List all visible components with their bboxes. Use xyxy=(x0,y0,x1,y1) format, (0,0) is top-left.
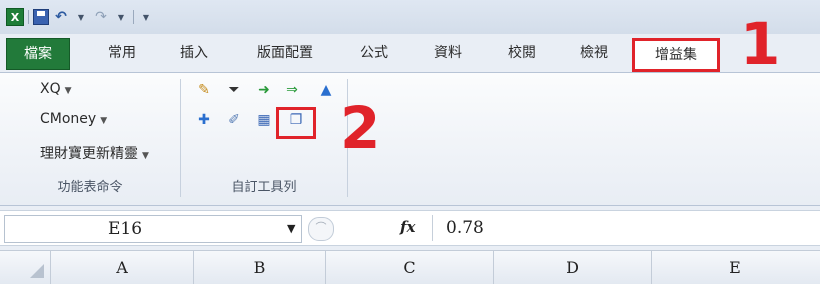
tab-view[interactable]: 檢視 xyxy=(564,38,624,68)
new-note-icon[interactable]: ✎ xyxy=(195,81,213,99)
tab-add-ins[interactable]: 增益集 xyxy=(632,38,720,72)
chevron-down-icon[interactable]: ▼ xyxy=(287,222,295,235)
ribbon-tabs: 檔案 常用 插入 版面配置 公式 資料 校閱 檢視 增益集 xyxy=(0,38,820,72)
insert-function-icon[interactable]: fx xyxy=(400,218,415,236)
ribbon-body: XQ ▼ CMoney ▼ 理財寶更新精靈 ▼ 功能表命令 ✎ ⏷ ➜ ⇒ ▲ ✚ ✐… xyxy=(0,72,820,206)
annotation-marker-1: 1 xyxy=(740,10,781,78)
title-bar: X ↶ ▼ ↷ ▼ ▼ xyxy=(0,0,820,34)
group-label-menu-commands: 功能表命令 xyxy=(57,180,123,195)
separator xyxy=(28,10,29,24)
group-custom-toolbars: ✎ ⏷ ➜ ⇒ ▲ ✚ ✐ ▦ ❐ 自訂工具列 xyxy=(181,73,347,203)
menu-xq[interactable]: XQ ▼ xyxy=(40,81,72,97)
menu-update-wizard-label: 理財寶更新精靈 xyxy=(40,146,138,162)
column-header-d[interactable]: D xyxy=(494,251,652,284)
arrow-up-icon[interactable]: ▲ xyxy=(317,81,335,99)
double-arrow-right-icon[interactable]: ⇒ xyxy=(283,81,301,99)
undo-dropdown-icon[interactable]: ▼ xyxy=(73,8,89,26)
customize-qat-icon[interactable]: ▼ xyxy=(138,8,154,26)
group-label-custom-toolbars: 自訂工具列 xyxy=(231,180,297,195)
excel-icon[interactable]: X xyxy=(6,8,24,26)
arrow-right-icon[interactable]: ➜ xyxy=(255,81,273,99)
column-headers: A B C D E xyxy=(0,250,820,284)
tab-data[interactable]: 資料 xyxy=(418,38,478,68)
name-box-value: E16 xyxy=(107,219,143,239)
group-menu-commands: XQ ▼ CMoney ▼ 理財寶更新精靈 ▼ 功能表命令 xyxy=(0,73,180,203)
save-icon[interactable] xyxy=(33,8,49,26)
select-all-button[interactable] xyxy=(0,251,51,284)
formula-input[interactable]: 0.78 xyxy=(446,218,484,238)
formula-bar: E16 ▼ ⌒ fx 0.78 xyxy=(0,210,820,246)
chevron-down-icon: ▼ xyxy=(142,151,149,161)
column-header-e[interactable]: E xyxy=(652,251,818,284)
table-icon[interactable]: ▦ xyxy=(255,111,273,129)
highlight-box xyxy=(276,107,316,139)
edit-icon[interactable]: ✐ xyxy=(225,111,243,129)
plus-icon[interactable]: ✚ xyxy=(195,111,213,129)
formula-controls: ⌒ fx xyxy=(302,215,432,241)
menu-update-wizard[interactable]: 理財寶更新精靈 ▼ xyxy=(40,143,149,163)
tab-page-layout[interactable]: 版面配置 xyxy=(240,38,330,68)
undo-icon[interactable]: ↶ xyxy=(53,8,69,26)
column-header-a[interactable]: A xyxy=(51,251,194,284)
name-box[interactable]: E16 ▼ xyxy=(4,215,302,243)
filter-icon[interactable]: ⏷ xyxy=(225,81,243,99)
chevron-down-icon: ▼ xyxy=(64,86,72,96)
tab-review[interactable]: 校閱 xyxy=(492,38,552,68)
tab-insert[interactable]: 插入 xyxy=(164,38,224,68)
redo-dropdown-icon[interactable]: ▼ xyxy=(113,8,129,26)
column-header-b[interactable]: B xyxy=(194,251,326,284)
column-header-c[interactable]: C xyxy=(326,251,494,284)
menu-xq-label: XQ xyxy=(40,81,61,97)
select-all-icon xyxy=(30,264,44,278)
tab-home[interactable]: 常用 xyxy=(92,38,152,68)
tab-formulas[interactable]: 公式 xyxy=(344,38,404,68)
tab-file[interactable]: 檔案 xyxy=(6,38,70,70)
separator xyxy=(133,10,134,24)
quick-access-toolbar: X ↶ ▼ ↷ ▼ ▼ xyxy=(6,8,154,26)
chevron-down-icon: ▼ xyxy=(100,116,108,126)
annotation-marker-2: 2 xyxy=(340,94,381,162)
redo-icon[interactable]: ↷ xyxy=(93,8,109,26)
separator xyxy=(432,215,433,241)
excel-window: X ↶ ▼ ↷ ▼ ▼ 檔案 常用 插入 版面配置 公式 資料 校閱 檢視 增益… xyxy=(0,0,820,284)
cancel-icon[interactable]: ⌒ xyxy=(308,217,334,241)
menu-cmoney[interactable]: CMoney ▼ xyxy=(40,111,107,127)
menu-cmoney-label: CMoney xyxy=(40,111,97,127)
